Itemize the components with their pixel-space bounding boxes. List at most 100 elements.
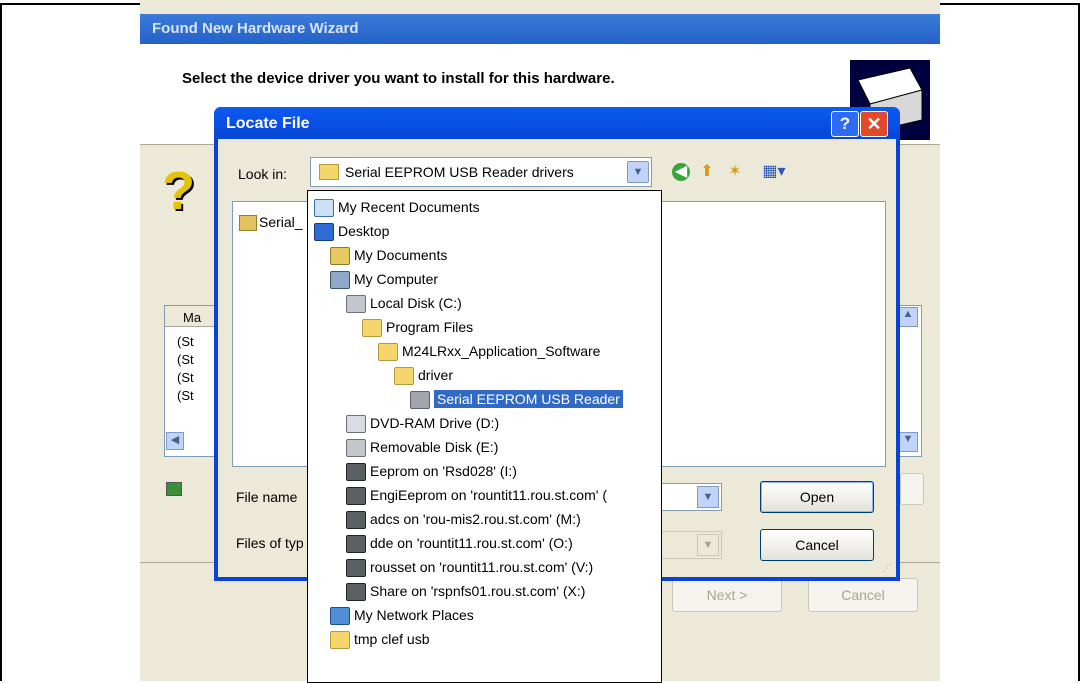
- view-menu-icon[interactable]: ▦▾: [758, 163, 790, 181]
- network-places-icon: [330, 607, 350, 626]
- network-drive-icon: [346, 487, 366, 506]
- dropdown-item-label: My Computer: [354, 271, 439, 287]
- dropdown-item-label: Eeprom on 'Rsd028' (I:): [370, 463, 517, 479]
- list-item[interactable]: (St: [177, 334, 194, 349]
- dropdown-item-network-drive-o[interactable]: dde on 'rountit11.rou.st.com' (O:): [346, 531, 573, 555]
- file-name-input[interactable]: ▼: [658, 483, 722, 511]
- folder-icon: [330, 631, 350, 650]
- signed-driver-icon: [166, 482, 182, 496]
- network-drive-icon: [346, 559, 366, 578]
- wizard-title-bar[interactable]: Found New Hardware Wizard: [140, 14, 940, 44]
- file-name-label: File name: [236, 489, 298, 505]
- dropdown-item-driver[interactable]: driver: [394, 363, 453, 387]
- dropdown-item-network-drive-m[interactable]: adcs on 'rou-mis2.rou.st.com' (M:): [346, 507, 581, 531]
- wizard-title: Found New Hardware Wizard: [152, 20, 359, 37]
- look-in-label: Look in:: [238, 166, 288, 182]
- my-computer-icon: [330, 271, 350, 290]
- list-item[interactable]: (St: [177, 388, 194, 403]
- dropdown-item-network-drive-x[interactable]: Share on 'rspnfs01.rou.st.com' (X:): [346, 579, 585, 603]
- dropdown-item-tmp-clef-usb[interactable]: tmp clef usb: [330, 627, 429, 651]
- dropdown-item-label: Share on 'rspnfs01.rou.st.com' (X:): [370, 583, 586, 599]
- dropdown-item-label: driver: [418, 367, 454, 383]
- dropdown-item-label: dde on 'rountit11.rou.st.com' (O:): [370, 535, 573, 551]
- dropdown-item-label: EngiEeprom on 'rountit11.rou.st.com' (: [370, 487, 607, 503]
- list-item[interactable]: (St: [177, 352, 194, 367]
- look-in-dropdown-list[interactable]: My Recent Documents Desktop My Documents…: [307, 190, 662, 683]
- cancel-button[interactable]: Cancel: [760, 529, 874, 561]
- dropdown-item-label: rousset on 'rountit11.rou.st.com' (V:): [370, 559, 594, 575]
- folder-icon: [319, 164, 339, 180]
- open-button[interactable]: Open: [760, 481, 874, 513]
- dropdown-item-serial-eeprom[interactable]: Serial EEPROM USB Reader: [410, 387, 623, 411]
- frame-left-border: [0, 3, 2, 681]
- close-button[interactable]: ✕: [860, 111, 888, 137]
- driver-list-header-label: Ma: [183, 310, 202, 325]
- dropdown-item-label: Removable Disk (E:): [370, 439, 499, 455]
- dropdown-item-network-drive-i[interactable]: Eeprom on 'Rsd028' (I:): [346, 459, 517, 483]
- wizard-cancel-button[interactable]: Cancel: [808, 578, 918, 612]
- files-of-type-select[interactable]: ▼: [658, 531, 722, 559]
- dropdown-item-network-drive-engi[interactable]: EngiEeprom on 'rountit11.rou.st.com' (: [346, 483, 607, 507]
- chevron-down-icon: ▼: [697, 534, 719, 556]
- wizard-header-text: Select the device driver you want to ins…: [182, 70, 615, 87]
- file-item-label: Serial_: [259, 214, 303, 230]
- network-drive-icon: [346, 583, 366, 602]
- locate-file-title: Locate File: [226, 115, 310, 132]
- dropdown-item-network-drive-v[interactable]: rousset on 'rountit11.rou.st.com' (V:): [346, 555, 593, 579]
- dropdown-item-label: Local Disk (C:): [370, 295, 462, 311]
- dropdown-item-label: DVD-RAM Drive (D:): [370, 415, 500, 431]
- setup-information-icon: [239, 215, 257, 232]
- dropdown-item-network-places[interactable]: My Network Places: [330, 603, 474, 627]
- dropdown-item-label: My Network Places: [354, 607, 474, 623]
- dropdown-item-removable-disk[interactable]: Removable Disk (E:): [346, 435, 498, 459]
- dropdown-item-label: Serial EEPROM USB Reader: [434, 390, 623, 408]
- dropdown-item-label: My Documents: [354, 247, 448, 263]
- scroll-up-icon[interactable]: ▲: [898, 307, 918, 327]
- dropdown-item-local-disk-c[interactable]: Local Disk (C:): [346, 291, 462, 315]
- folder-open-icon: [410, 391, 430, 410]
- removable-disk-icon: [346, 439, 366, 458]
- dropdown-item-label: Desktop: [338, 223, 390, 239]
- files-of-type-label: Files of typ: [236, 535, 304, 551]
- dropdown-item-m24lrxx[interactable]: M24LRxx_Application_Software: [378, 339, 600, 363]
- folder-icon: [394, 367, 414, 386]
- next-button[interactable]: Next >: [672, 578, 782, 612]
- list-item[interactable]: (St: [177, 370, 194, 385]
- dropdown-item-label: M24LRxx_Application_Software: [402, 343, 601, 359]
- dropdown-item-label: Program Files: [386, 319, 474, 335]
- new-folder-icon[interactable]: ✶: [726, 163, 744, 181]
- network-drive-icon: [346, 535, 366, 554]
- my-documents-icon: [330, 247, 350, 266]
- local-disk-icon: [346, 295, 366, 314]
- desktop-icon: [314, 223, 334, 242]
- network-drive-icon: [346, 463, 366, 482]
- dropdown-item-label: tmp clef usb: [354, 631, 430, 647]
- dropdown-item-label: adcs on 'rou-mis2.rou.st.com' (M:): [370, 511, 581, 527]
- dvd-drive-icon: [346, 415, 366, 434]
- locate-file-title-bar[interactable]: Locate File ? ✕: [214, 107, 900, 139]
- look-in-dropdown[interactable]: Serial EEPROM USB Reader drivers ▼: [310, 157, 652, 187]
- have-disk-button[interactable]: [900, 473, 924, 505]
- recent-documents-icon: [314, 199, 334, 218]
- dropdown-item-dvd-ram[interactable]: DVD-RAM Drive (D:): [346, 411, 499, 435]
- question-mark-icon: ?: [162, 161, 195, 221]
- scroll-down-icon[interactable]: ▼: [898, 432, 918, 452]
- chevron-down-icon[interactable]: ▼: [697, 486, 719, 508]
- resize-grip-icon[interactable]: ⋰: [882, 563, 894, 575]
- file-item[interactable]: Serial_: [239, 214, 303, 232]
- folder-icon: [378, 343, 398, 362]
- dropdown-item-my-documents[interactable]: My Documents: [330, 243, 447, 267]
- dropdown-item-recent-documents[interactable]: My Recent Documents: [314, 195, 480, 219]
- back-icon[interactable]: ◀: [672, 163, 690, 181]
- dropdown-item-desktop[interactable]: Desktop: [314, 219, 389, 243]
- dropdown-item-my-computer[interactable]: My Computer: [330, 267, 438, 291]
- dropdown-item-label: My Recent Documents: [338, 199, 480, 215]
- scroll-left-icon[interactable]: ◀: [166, 432, 184, 450]
- chevron-down-icon[interactable]: ▼: [627, 161, 649, 183]
- dropdown-item-program-files[interactable]: Program Files: [362, 315, 473, 339]
- network-drive-icon: [346, 511, 366, 530]
- up-folder-icon[interactable]: ⬆: [698, 163, 716, 181]
- folder-icon: [362, 319, 382, 338]
- help-button[interactable]: ?: [831, 111, 859, 137]
- look-in-value: Serial EEPROM USB Reader drivers: [345, 164, 574, 180]
